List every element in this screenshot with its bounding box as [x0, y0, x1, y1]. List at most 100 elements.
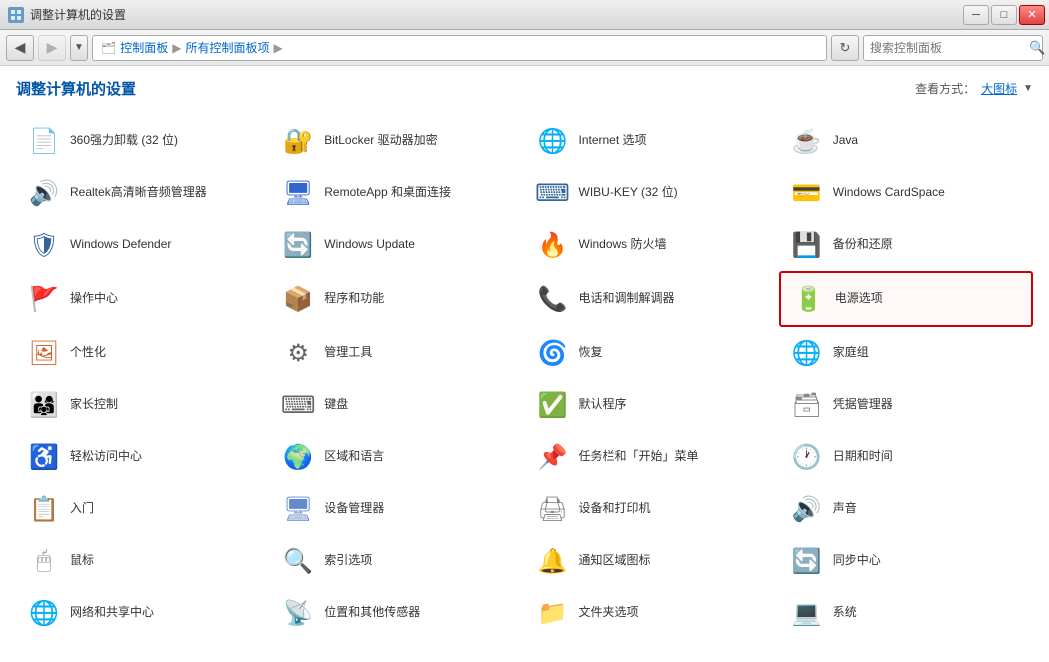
item-icon-28: 📋 [26, 491, 62, 527]
grid-item-32[interactable]: 🖱鼠标 [16, 535, 270, 587]
grid-item-25[interactable]: 🌍区域和语言 [270, 431, 524, 483]
search-icon[interactable]: 🔍 [1029, 40, 1045, 56]
grid-item-16[interactable]: 🖼个性化 [16, 327, 270, 379]
item-icon-22: ✅ [535, 387, 571, 423]
item-label-12: 操作中心 [70, 291, 118, 307]
grid-item-34[interactable]: 🔔通知区域图标 [525, 535, 779, 587]
item-label-37: 位置和其他传感器 [324, 605, 420, 621]
grid-item-36[interactable]: 🌐网络和共享中心 [16, 587, 270, 639]
grid-item-28[interactable]: 📋 入门 [16, 483, 270, 535]
grid-item-23[interactable]: 🗃凭据管理器 [779, 379, 1033, 431]
main-area: 调整计算机的设置 查看方式： 大图标 ▼ 📄360强力卸载 (32 位)🔐Bit… [0, 66, 1049, 662]
grid-item-2[interactable]: 🌐Internet 选项 [525, 115, 779, 167]
grid-item-30[interactable]: 🖨设备和打印机 [525, 483, 779, 535]
grid-item-29[interactable]: 🖥设备管理器 [270, 483, 524, 535]
item-label-17: 管理工具 [324, 345, 372, 361]
item-icon-25: 🌍 [280, 439, 316, 475]
item-icon-38: 📁 [535, 595, 571, 631]
item-label-39: 系统 [833, 605, 857, 621]
item-icon-10: 🔥 [535, 227, 571, 263]
breadcrumb-control-panel[interactable]: 控制面板 [120, 39, 168, 56]
grid-item-9[interactable]: 🔄 Windows Update [270, 219, 524, 271]
item-label-11: 备份和还原 [833, 237, 893, 253]
grid-item-14[interactable]: 📞电话和调制解调器 [525, 271, 779, 327]
breadcrumb-folder-icon: 🗂 [101, 41, 116, 55]
item-label-3: Java [833, 133, 858, 149]
grid-item-0[interactable]: 📄360强力卸载 (32 位) [16, 115, 270, 167]
grid-item-6[interactable]: ⌨WIBU-KEY (32 位) [525, 167, 779, 219]
view-current[interactable]: 大图标 [981, 80, 1017, 97]
item-icon-6: ⌨ [535, 175, 571, 211]
grid-item-13[interactable]: 📦程序和功能 [270, 271, 524, 327]
close-button[interactable]: ✕ [1019, 5, 1045, 25]
item-icon-15: 🔋 [791, 281, 827, 317]
item-label-35: 同步中心 [833, 553, 881, 569]
grid-item-24[interactable]: ♿轻松访问中心 [16, 431, 270, 483]
grid-item-15[interactable]: 🔋 电源选项 [779, 271, 1033, 327]
item-icon-0: 📄 [26, 123, 62, 159]
breadcrumb-bar: 🗂 控制面板 ▶ 所有控制面板项 ▶ [92, 35, 827, 61]
grid-item-1[interactable]: 🔐BitLocker 驱动器加密 [270, 115, 524, 167]
grid-item-10[interactable]: 🔥 Windows 防火墙 [525, 219, 779, 271]
grid-item-11[interactable]: 💾 备份和还原 [779, 219, 1033, 271]
view-dropdown-arrow[interactable]: ▼ [1023, 83, 1033, 94]
item-label-21: 键盘 [324, 397, 348, 413]
title-bar: 调整计算机的设置 ─ □ ✕ [0, 0, 1049, 30]
grid-item-37[interactable]: 📡 位置和其他传感器 [270, 587, 524, 639]
grid-item-4[interactable]: 🔊Realtek高清晰音频管理器 [16, 167, 270, 219]
item-label-32: 鼠标 [70, 553, 94, 569]
grid-item-31[interactable]: 🔊声音 [779, 483, 1033, 535]
item-label-2: Internet 选项 [579, 133, 647, 149]
item-label-26: 任务栏和「开始」菜单 [579, 449, 699, 465]
item-icon-20: 👨‍👩‍👧 [26, 387, 62, 423]
item-label-15: 电源选项 [835, 291, 883, 307]
grid-item-19[interactable]: 🌐家庭组 [779, 327, 1033, 379]
item-label-34: 通知区域图标 [579, 553, 651, 569]
grid-item-3[interactable]: ☕Java [779, 115, 1033, 167]
item-icon-16: 🖼 [26, 335, 62, 371]
grid-item-33[interactable]: 🔍索引选项 [270, 535, 524, 587]
item-icon-17: ⚙ [280, 335, 316, 371]
grid-item-18[interactable]: 🌀恢复 [525, 327, 779, 379]
back-button[interactable]: ◀ [6, 35, 34, 61]
item-icon-36: 🌐 [26, 595, 62, 631]
item-label-22: 默认程序 [579, 397, 627, 413]
grid-item-27[interactable]: 🕐日期和时间 [779, 431, 1033, 483]
grid-item-22[interactable]: ✅ 默认程序 [525, 379, 779, 431]
item-icon-37: 📡 [280, 595, 316, 631]
item-icon-8: 🛡 [26, 227, 62, 263]
item-label-28: 入门 [70, 501, 94, 517]
grid-item-17[interactable]: ⚙ 管理工具 [270, 327, 524, 379]
item-icon-1: 🔐 [280, 123, 316, 159]
maximize-button[interactable]: □ [991, 5, 1017, 25]
breadcrumb-all-items[interactable]: 所有控制面板项 [185, 39, 269, 56]
grid-item-5[interactable]: 🖥RemoteApp 和桌面连接 [270, 167, 524, 219]
grid-item-21[interactable]: ⌨键盘 [270, 379, 524, 431]
item-label-30: 设备和打印机 [579, 501, 651, 517]
item-label-10: Windows 防火墙 [579, 237, 667, 253]
grid-item-7[interactable]: 💳Windows CardSpace [779, 167, 1033, 219]
content-header: 调整计算机的设置 查看方式： 大图标 ▼ [16, 78, 1033, 99]
grid-item-38[interactable]: 📁文件夹选项 [525, 587, 779, 639]
item-label-9: Windows Update [324, 237, 415, 253]
breadcrumb-sep-2: ▶ [274, 41, 283, 55]
grid-item-8[interactable]: 🛡Windows Defender [16, 219, 270, 271]
item-label-18: 恢复 [579, 345, 603, 361]
items-grid: 📄360强力卸载 (32 位)🔐BitLocker 驱动器加密🌐Internet… [16, 115, 1033, 639]
dropdown-button[interactable]: ▼ [70, 35, 88, 61]
view-selector: 查看方式： 大图标 ▼ [915, 80, 1033, 97]
grid-item-35[interactable]: 🔄同步中心 [779, 535, 1033, 587]
grid-item-12[interactable]: 🚩操作中心 [16, 271, 270, 327]
forward-button[interactable]: ▶ [38, 35, 66, 61]
search-input[interactable] [870, 41, 1025, 55]
item-label-5: RemoteApp 和桌面连接 [324, 185, 451, 201]
item-icon-13: 📦 [280, 281, 316, 317]
item-icon-9: 🔄 [280, 227, 316, 263]
grid-item-20[interactable]: 👨‍👩‍👧家长控制 [16, 379, 270, 431]
minimize-button[interactable]: ─ [963, 5, 989, 25]
refresh-button[interactable]: ↻ [831, 35, 859, 61]
window-controls: ─ □ ✕ [963, 5, 1045, 25]
grid-item-26[interactable]: 📌任务栏和「开始」菜单 [525, 431, 779, 483]
grid-item-39[interactable]: 💻系统 [779, 587, 1033, 639]
item-icon-11: 💾 [789, 227, 825, 263]
